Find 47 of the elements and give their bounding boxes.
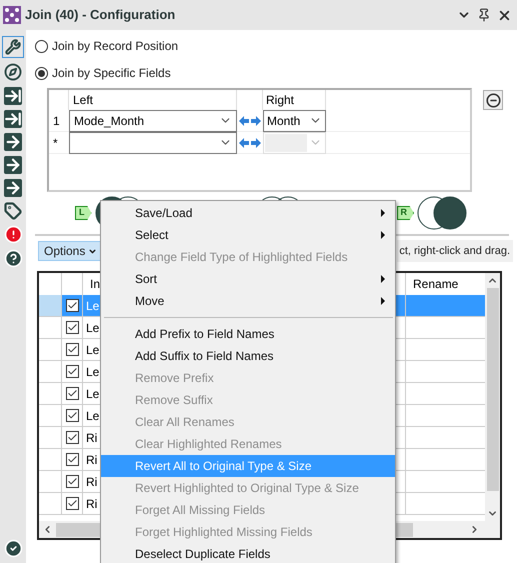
compass-icon[interactable] <box>4 63 22 81</box>
checkbox[interactable] <box>66 409 78 422</box>
checkbox[interactable] <box>66 387 78 400</box>
chevron-down-icon <box>88 246 98 256</box>
radio-label: Join by Record Position <box>52 38 178 55</box>
swap-arrows-icon <box>239 116 261 126</box>
left-field-dropdown[interactable] <box>69 132 237 154</box>
menu-item[interactable]: Deselect Duplicate Fields <box>101 543 395 563</box>
checkbox[interactable] <box>66 299 78 312</box>
check-icon[interactable] <box>4 539 22 558</box>
tag-icon[interactable] <box>4 202 22 220</box>
submenu-arrow-icon <box>381 231 385 239</box>
submenu-arrow-icon <box>381 209 385 217</box>
checkbox[interactable] <box>66 431 78 444</box>
radio-button[interactable] <box>35 40 48 52</box>
column-header: Rename <box>412 276 460 293</box>
left-field-dropdown[interactable]: Mode_Month <box>69 110 237 132</box>
radio-label: Join by Specific Fields <box>52 65 171 82</box>
window-title: Join (40) - Configuration <box>25 6 176 24</box>
column-header: Right <box>263 90 326 110</box>
vertical-scrollbar[interactable] <box>485 273 500 521</box>
row-number: 1 <box>52 112 61 130</box>
row-number: * <box>52 134 59 152</box>
checkbox[interactable] <box>66 475 78 488</box>
column-header: Left <box>69 90 237 110</box>
radio-button[interactable] <box>35 66 48 80</box>
submenu-arrow-icon <box>381 297 385 305</box>
right-field-dropdown[interactable]: Month <box>263 110 326 132</box>
remove-button[interactable] <box>483 90 503 110</box>
help-icon[interactable] <box>4 249 22 268</box>
hint-text: ct, right-click and drag. <box>397 240 513 262</box>
submenu-arrow-icon <box>381 275 385 283</box>
anchor-tag: R <box>396 206 414 220</box>
checkbox[interactable] <box>66 343 78 356</box>
pin-icon[interactable] <box>477 8 491 22</box>
anchor-tag: L <box>75 206 92 220</box>
wrench-tool-button[interactable] <box>2 36 24 58</box>
checkbox[interactable] <box>66 497 78 510</box>
swap-arrows-icon <box>239 138 261 148</box>
checkbox[interactable] <box>66 365 78 378</box>
checkbox[interactable] <box>66 453 78 466</box>
checkbox[interactable] <box>66 321 78 334</box>
menu-item[interactable]: Save/Load <box>101 202 395 224</box>
network-icon <box>3 6 21 24</box>
venn-diagram-icon[interactable] <box>417 196 467 230</box>
error-icon[interactable] <box>4 225 22 244</box>
menu-item[interactable]: Select <box>101 224 395 246</box>
